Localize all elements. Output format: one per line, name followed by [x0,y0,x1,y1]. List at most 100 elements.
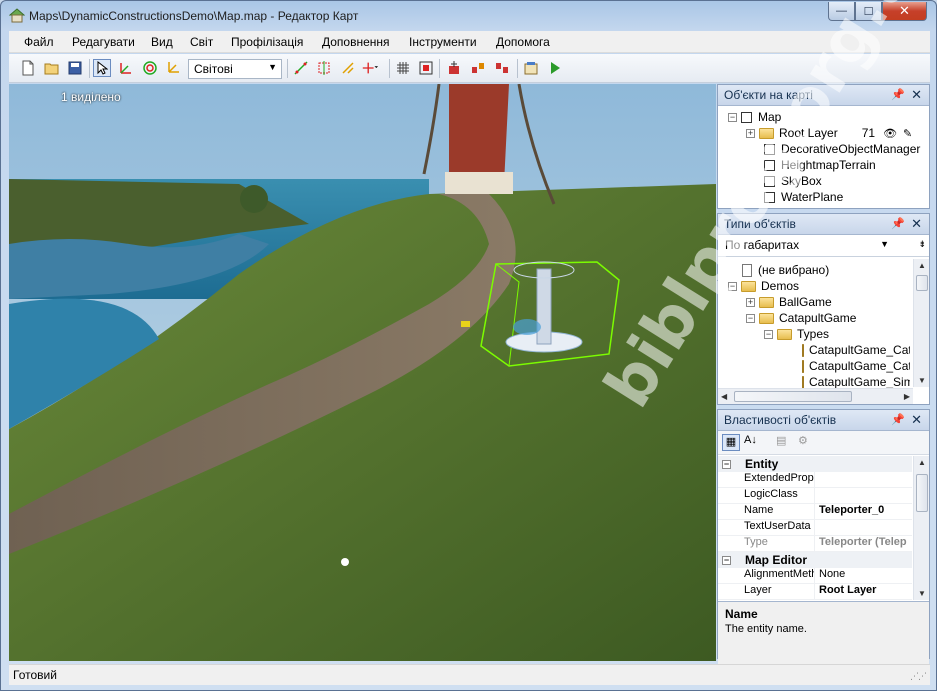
property-description: Name The entity name. [718,601,929,665]
tree-item-ballgame[interactable]: + BallGame [746,294,832,310]
property-value[interactable]: Teleporter_0 [814,504,912,519]
collapse-icon[interactable]: − [764,329,773,339]
collapse-icon[interactable]: − [728,281,737,291]
scrollbar-thumb[interactable] [734,391,852,402]
checkbox-icon[interactable] [741,111,752,123]
maximize-button[interactable]: ☐ [855,2,882,21]
eye-icon[interactable]: 👁 [883,127,897,140]
tree-item-catapultgame[interactable]: − CatapultGame [746,310,856,326]
alphabetical-icon[interactable]: A↓ [744,434,757,446]
property-row[interactable]: ExtendedProp [718,472,912,488]
cut-objects-icon[interactable] [469,59,487,77]
transform-tool-icon[interactable] [361,59,379,77]
tree-item-type[interactable]: CatapultGame_Cata [802,342,910,358]
pin-icon[interactable]: 📌 [891,88,905,101]
property-row[interactable]: LogicClass [718,488,912,504]
scroll-down-icon[interactable]: ▼ [918,589,926,598]
new-icon[interactable] [19,59,37,77]
align-icon[interactable] [339,59,357,77]
checkbox-icon[interactable] [764,191,775,203]
menu-profiling[interactable]: Профілізація [231,35,303,49]
property-value[interactable] [814,520,912,535]
property-value[interactable]: Root Layer [814,584,912,599]
expand-icon[interactable]: + [746,297,755,307]
close-button[interactable]: ✕ [882,2,927,21]
scrollbar-thumb[interactable] [916,275,928,291]
snap-icon[interactable] [292,59,310,77]
category-entity[interactable]: − Entity [718,456,912,472]
property-row[interactable]: Layer Root Layer [718,584,912,600]
property-value[interactable] [814,472,912,487]
properties-icon[interactable] [522,59,540,77]
menu-tools[interactable]: Інструменти [409,35,477,49]
edit-icon[interactable]: ✎ [903,127,912,140]
save-icon[interactable] [66,59,84,77]
property-row[interactable]: Type Teleporter (Telep [718,536,912,552]
menu-world[interactable]: Світ [190,35,213,49]
property-value[interactable]: None [814,568,912,583]
close-icon[interactable]: ✕ [911,216,922,232]
add-object-icon[interactable] [445,59,463,77]
collapse-icon[interactable]: − [722,555,731,565]
scrollbar-thumb[interactable] [916,474,928,512]
focus-icon[interactable] [417,59,435,77]
property-row[interactable]: TextUserData [718,520,912,536]
grid-icon[interactable] [394,59,412,77]
category-map-editor[interactable]: − Map Editor [718,552,912,568]
pin-icon[interactable]: 📌 [891,217,905,230]
collapse-icon[interactable]: − [728,112,737,122]
horizontal-scrollbar[interactable]: ◀ ▶ [718,388,913,404]
menu-addons[interactable]: Доповнення [322,35,390,49]
scale-icon[interactable] [164,59,182,77]
tree-item-decorative[interactable]: DecorativeObjectManager [764,141,920,157]
cut-objects-2-icon[interactable] [493,59,511,77]
minimize-button[interactable]: — [828,2,855,21]
collapse-icon[interactable]: − [746,313,755,323]
scroll-up-icon[interactable]: ▲ [918,458,926,467]
select-icon[interactable] [93,59,111,77]
tree-item-skybox[interactable]: SkyBox [764,173,822,189]
menu-help[interactable]: Допомога [496,35,550,49]
scroll-left-icon[interactable]: ◀ [721,392,727,401]
scroll-right-icon[interactable]: ▶ [904,392,910,401]
scroll-down-icon[interactable]: ▼ [918,376,926,385]
tree-item-none[interactable]: (не вибрано) [742,262,829,278]
tree-item-types[interactable]: − Types [764,326,829,342]
tree-item-heightmap[interactable]: HeightmapTerrain [764,157,876,173]
vertical-scrollbar[interactable]: ▲ ▼ [913,456,929,600]
tree-item-waterplane[interactable]: WaterPlane [764,189,843,205]
categorized-icon[interactable]: ▦ [722,434,740,451]
menu-edit[interactable]: Редагувати [72,35,135,49]
move-icon[interactable] [117,59,135,77]
play-icon[interactable] [546,59,564,77]
coord-space-select[interactable]: Світові ▼ [188,59,282,79]
property-pages-icon[interactable]: ▤ [776,434,786,447]
property-row[interactable]: AlignmentMeth None [718,568,912,584]
tree-item-type[interactable]: CatapultGame_Cata [802,358,910,374]
menu-file[interactable]: Файл [24,35,54,49]
checkbox-icon[interactable] [764,175,775,187]
tree-item-map[interactable]: − Map [728,109,781,125]
tree-item-root-layer[interactable]: + Root Layer 71 👁 ✎ [746,125,912,141]
checkbox-icon[interactable] [764,159,775,171]
menu-view[interactable]: Вид [151,35,173,49]
property-value[interactable] [814,488,912,503]
expand-icon[interactable]: + [746,128,755,138]
property-row[interactable]: Name Teleporter_0 [718,504,912,520]
rotate-icon[interactable] [141,59,159,77]
collapse-icon[interactable]: − [722,459,731,469]
transform-icon[interactable] [315,59,333,77]
checkbox-icon[interactable] [764,143,775,155]
resize-grip-icon[interactable]: ⋰⋰ [910,671,927,682]
pin-icon[interactable]: 📌 [891,413,905,426]
sort-mode-select[interactable]: По габаритах ▼ ⇟ [718,235,929,257]
close-icon[interactable]: ✕ [911,412,922,428]
close-icon[interactable]: ✕ [911,87,922,103]
map-viewport[interactable]: 1 виділено [9,84,716,661]
events-icon[interactable]: ⚙ [798,434,808,447]
scroll-up-icon[interactable]: ▲ [918,261,926,270]
sort-toggle-icon[interactable]: ⇟ [918,239,926,250]
tree-item-demos[interactable]: − Demos [728,278,799,294]
open-icon[interactable] [43,59,61,77]
vertical-scrollbar[interactable]: ▲ ▼ [913,259,929,387]
